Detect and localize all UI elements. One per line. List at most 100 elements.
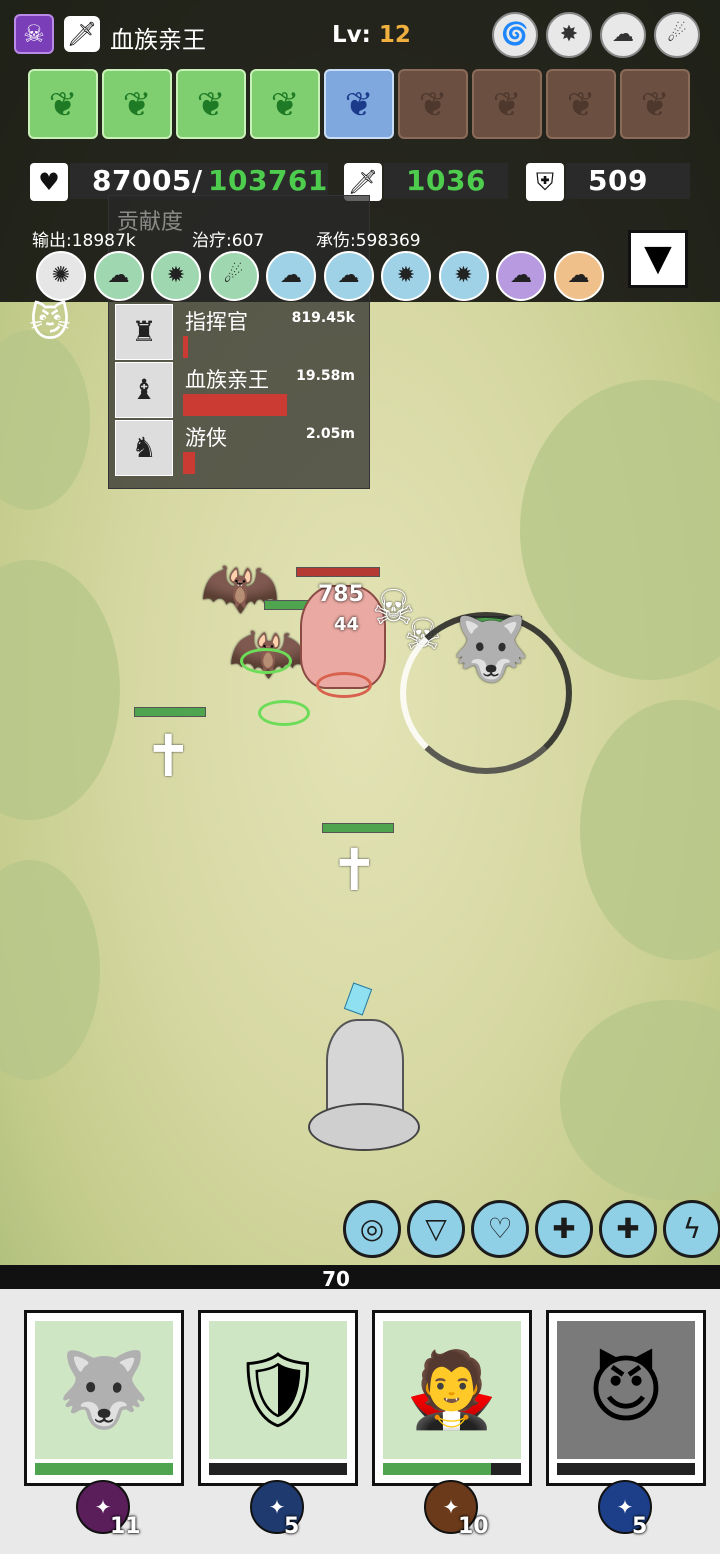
hero-name: 血族亲王 [110,26,206,54]
card-hp-bar [557,1463,695,1475]
contribution-row[interactable]: ♞ 游侠 2.05m [113,418,363,476]
team-member-avatar[interactable]: ☁ [266,251,316,301]
summon-ring [258,700,310,726]
boss-hp-bar [296,567,380,577]
bat-enemy: 🦇 [200,551,280,625]
heart-plus-icon[interactable]: ✚ [535,1200,593,1258]
demon-card[interactable]: 😈 [546,1310,706,1486]
card-hp-bar [209,1463,347,1475]
leaf-icon: ❦ [566,85,596,125]
leaf-icon: ❦ [48,85,78,125]
contribution-bar [183,452,195,474]
contribution-row[interactable]: ♝ 血族亲王 19.58m [113,360,363,418]
damage-number: 785 [318,582,364,607]
grave-hp-bar [134,707,206,717]
knight-card[interactable]: 🛡 [198,1310,358,1486]
contributor-value: 19.58m [296,368,355,384]
crystal-tower [308,982,420,1165]
bush [520,380,720,680]
equipment-slot-6[interactable]: ❦ [398,69,468,139]
sword-icon[interactable]: 🗡 [64,16,100,52]
contributor-value: 819.45k [291,310,355,326]
lightning-icon[interactable]: ϟ [663,1200,720,1258]
leaf-icon: ❦ [196,85,226,125]
contribution-row[interactable]: ♜ 指挥官 819.45k [113,302,363,360]
heart-icon[interactable]: ♡ [471,1200,529,1258]
level-display: Lv: 12 [332,22,411,48]
hp-max: 103761 [208,164,328,197]
team-member-avatar[interactable]: ☄ [208,251,259,301]
heart-plus-icon[interactable]: ✚ [599,1200,657,1258]
leaf-icon: ❦ [418,85,448,125]
card-cost: 11 [110,1514,141,1539]
card-cost: 5 [284,1514,300,1539]
shield-down-icon[interactable]: ▽ [407,1200,465,1258]
card-portrait: 🧛 [383,1321,521,1459]
contributor-name: 指挥官 [185,310,248,334]
card-cost: 10 [458,1514,489,1539]
team-member-avatar[interactable]: ✹ [438,251,489,301]
contribution-bar [183,336,188,358]
tower-base [308,1103,420,1151]
contributor-name: 血族亲王 [185,368,269,392]
team-member-avatar[interactable]: ☁ [496,251,546,301]
defense-value: 509 [588,164,648,197]
card-hp-bar [35,1463,173,1475]
cloud-icon[interactable]: ☁ [600,12,646,58]
equipment-slot-4[interactable]: ❦ [250,69,320,139]
equipment-slot-9[interactable]: ❦ [620,69,690,139]
attack-value: 1036 [406,164,486,197]
beast-ally: 🐺 [452,612,530,685]
card-portrait: 🛡 [209,1321,347,1459]
collapse-toggle-button[interactable]: ▼ [628,230,688,288]
grave-enemy: ✝ [330,836,379,904]
bush [0,860,100,1080]
crystal-icon [343,982,373,1016]
vortex-icon[interactable]: ◎ [343,1200,401,1258]
card-portrait: 🐺 [35,1321,173,1459]
energy-value: 70 [322,1267,350,1291]
vampire-card[interactable]: 🧛 [372,1310,532,1486]
card-hp-fill [383,1463,491,1475]
leaf-icon: ❦ [344,85,374,125]
bush [560,1000,720,1200]
tornado-icon[interactable]: 🌀 [492,12,538,58]
ranger-portrait: ♞ [115,420,173,476]
skull-icon[interactable]: ☠ [14,14,54,54]
card-hp-bar [383,1463,521,1475]
bush [580,700,720,960]
cat-mask-icon[interactable]: 😼 [22,300,78,346]
team-member-avatar[interactable]: ☁ [323,251,374,301]
vampire-portrait: ♝ [115,362,173,418]
damage-number: 44 [334,614,360,635]
bush [0,560,120,820]
card-hp-fill [35,1463,173,1475]
team-member-avatar[interactable]: ✺ [36,251,86,301]
equipment-slot-7[interactable]: ❦ [472,69,542,139]
contributor-name: 游侠 [185,426,227,450]
heart-icon: ♥ [30,163,68,201]
team-member-avatar[interactable]: ✹ [381,251,431,301]
team-member-avatar[interactable]: ✹ [151,251,201,301]
leaf-icon: ❦ [640,85,670,125]
beast-card[interactable]: 🐺 [24,1310,184,1486]
team-member-avatar[interactable]: ☁ [553,251,604,301]
spike-icon[interactable]: ✸ [546,12,592,58]
equipment-slot-2[interactable]: ❦ [102,69,172,139]
commander-portrait: ♜ [115,304,173,360]
leaf-icon: ❦ [492,85,522,125]
output-stat: 输出:18987k [32,231,136,251]
bush [0,330,90,510]
equipment-slot-3[interactable]: ❦ [176,69,246,139]
card-portrait: 😈 [557,1321,695,1459]
grave-hp-bar [322,823,394,833]
equipment-slot-8[interactable]: ❦ [546,69,616,139]
contributor-value: 2.05m [305,426,355,442]
card-cost: 5 [632,1514,648,1539]
team-member-avatar[interactable]: ☁ [93,251,144,301]
leaf-icon: ❦ [270,85,300,125]
heal-stat: 治疗:607 [192,231,265,251]
equipment-slot-5[interactable]: ❦ [324,69,394,139]
equipment-slot-1[interactable]: ❦ [28,69,98,139]
claw-icon[interactable]: ☄ [654,12,700,58]
